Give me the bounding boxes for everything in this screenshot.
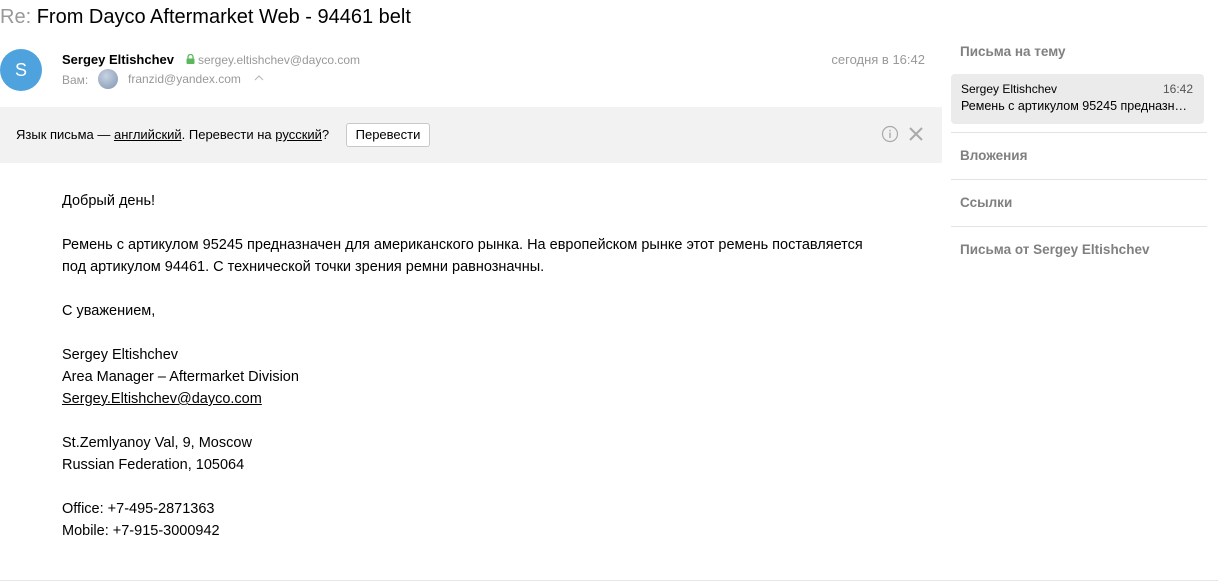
sidebar-attachments[interactable]: Вложения xyxy=(951,133,1207,179)
translate-text-after: ? xyxy=(321,127,330,142)
chevron-up-icon[interactable] xyxy=(254,74,264,82)
target-language-link[interactable]: русский xyxy=(275,127,322,142)
signature-name: Sergey Eltishchev xyxy=(62,347,179,363)
address-line-2: Russian Federation, 105064 xyxy=(62,457,245,473)
subject-prefix: Re: xyxy=(0,6,32,28)
subject-title: From Dayco Aftermarket Web - 94461 belt xyxy=(36,6,411,28)
sidebar-letters-from-sender[interactable]: Письма от Sergey Eltishchev xyxy=(951,227,1207,273)
translate-bar: Язык письма — английский. Перевести на р… xyxy=(0,107,942,163)
bottom-divider xyxy=(0,580,1218,581)
thread-sidebar: Письма на тему Sergey Eltishchev 16:42 Р… xyxy=(951,36,1207,273)
thread-item-snippet: Ремень с артикулом 95245 предназначен дл… xyxy=(961,99,1193,113)
translate-prompt: Язык письма — английский. Перевести на р… xyxy=(16,127,329,142)
translate-text-middle: . Перевести на xyxy=(181,127,276,142)
paragraph-line-1: Ремень с артикулом 95245 предназначен дл… xyxy=(62,237,863,253)
translate-text-before: Язык письма — xyxy=(16,127,114,142)
thread-item-from: Sergey Eltishchev xyxy=(961,82,1058,96)
signature-email-link[interactable]: Sergey.Eltishchev@dayco.com xyxy=(62,388,863,410)
signature-title: Area Manager – Aftermarket Division xyxy=(62,369,299,385)
sidebar-links[interactable]: Ссылки xyxy=(951,180,1207,226)
lock-icon xyxy=(186,54,195,64)
translate-button[interactable]: Перевести xyxy=(346,123,430,147)
message-pane: S Sergey Eltishchev sergey.eltishchev@da… xyxy=(0,40,942,539)
message-date: сегодня в 16:42 xyxy=(831,52,925,67)
source-language-link[interactable]: английский xyxy=(114,127,182,142)
recipient-avatar xyxy=(98,69,118,89)
office-phone: Office: +7-495-2871363 xyxy=(62,501,215,517)
recipient-label: Вам: xyxy=(62,73,89,87)
sender-avatar[interactable]: S xyxy=(0,49,42,91)
mobile-phone: Mobile: +7-915-3000942 xyxy=(62,523,220,539)
sender-name[interactable]: Sergey Eltishchev xyxy=(62,52,174,67)
message-body: Добрый день! Ремень с артикулом 95245 пр… xyxy=(62,190,863,564)
info-icon[interactable] xyxy=(881,125,899,143)
thread-item-time: 16:42 xyxy=(1162,82,1193,96)
address-line-1: St.Zemlyanoy Val, 9, Moscow xyxy=(62,435,252,451)
thread-list-item[interactable]: Sergey Eltishchev 16:42 Ремень с артикул… xyxy=(951,74,1204,124)
greeting: Добрый день! xyxy=(62,193,156,209)
close-icon[interactable] xyxy=(908,126,924,142)
closing: С уважением, xyxy=(62,303,156,319)
paragraph-line-2: под артикулом 94461. С технической точки… xyxy=(62,259,545,275)
message-subject: Re: From Dayco Aftermarket Web - 94461 b… xyxy=(0,6,411,29)
recipient-email[interactable]: franzid@yandex.com xyxy=(128,72,241,86)
message-header: S Sergey Eltishchev sergey.eltishchev@da… xyxy=(0,40,942,106)
thread-heading: Письма на тему xyxy=(960,44,1066,59)
sender-email[interactable]: sergey.eltishchev@dayco.com xyxy=(198,53,360,67)
